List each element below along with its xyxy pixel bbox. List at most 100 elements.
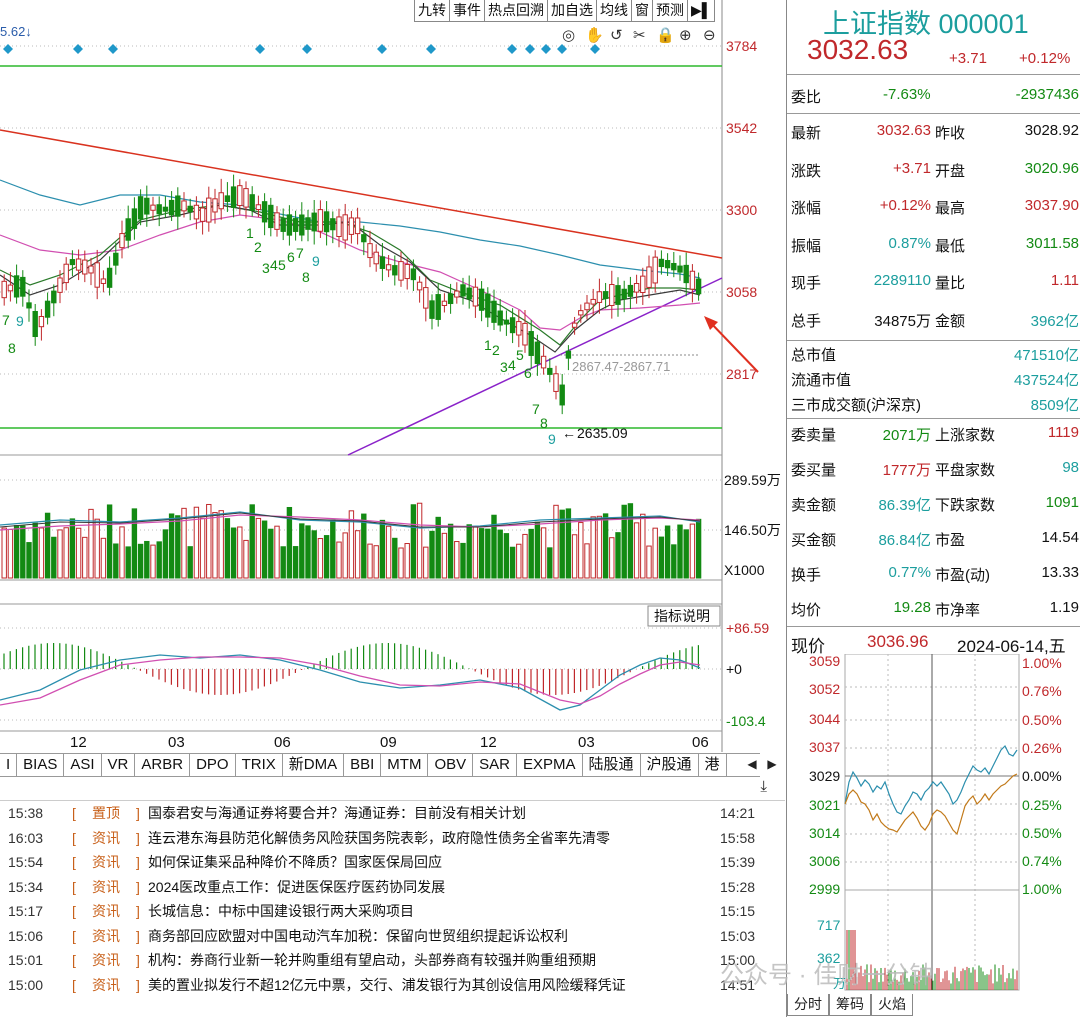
expand-arrow-icon[interactable]: ▶▌ bbox=[688, 0, 715, 22]
tab-mtm[interactable]: MTM bbox=[381, 754, 429, 776]
candle-body bbox=[578, 310, 584, 316]
volume-bar bbox=[609, 537, 615, 579]
candle-body bbox=[373, 251, 379, 265]
news-title[interactable]: 2024医改重点工作：促进医保医疗医药协同发展 bbox=[148, 875, 445, 900]
volume-bar bbox=[423, 546, 429, 579]
macd-axis-label: +86.59 bbox=[726, 620, 769, 636]
volume-bar bbox=[540, 527, 547, 579]
window-button[interactable]: 窗 bbox=[632, 0, 653, 22]
jiuzhuan-button[interactable]: 九转 bbox=[415, 0, 450, 22]
kline-chart[interactable]: 3784 3542 3300 3058 2817 289.59万 146.50万… bbox=[0, 0, 785, 780]
volume-bar bbox=[125, 546, 131, 579]
tab-trix[interactable]: TRIX bbox=[236, 754, 283, 776]
tab-intraday[interactable]: 分时 bbox=[787, 994, 829, 1016]
candle-body bbox=[311, 212, 317, 232]
volume-bar bbox=[416, 502, 423, 579]
news-item[interactable]: 15:00 [资讯] 美的置业拟发行不超12亿元中票，交行、浦发银行为其创设信用风险… bbox=[0, 973, 785, 998]
tab-sar[interactable]: SAR bbox=[473, 754, 517, 776]
news-title[interactable]: 连云港东海县防范化解债务风险获国务院表彰，政府隐性债务全省率先清零 bbox=[148, 826, 610, 851]
volume-bar bbox=[230, 527, 237, 579]
news-time: 15:01 bbox=[8, 952, 44, 968]
order-label: 委卖量 bbox=[791, 427, 837, 444]
candle-body bbox=[621, 288, 627, 300]
news-title[interactable]: 机构：券商行业新一轮并购重组有望启动，头部券商有较强并购重组预期 bbox=[148, 948, 596, 973]
tab-hugutong[interactable]: 沪股通 bbox=[641, 754, 699, 776]
lock-icon[interactable]: 🔒 bbox=[656, 27, 675, 44]
news-time-secondary: 15:15 bbox=[720, 903, 756, 919]
news-title[interactable]: 商务部回应欧盟对中国电动汽车加税：保留向世贸组织提起诉讼权利 bbox=[148, 924, 568, 949]
news-title[interactable]: 国泰君安与海通证券将要合并？海通证券：目前没有相关计划 bbox=[148, 801, 526, 826]
volume-bar bbox=[392, 537, 398, 579]
nine-count-label: 1 bbox=[246, 225, 254, 241]
tab-bbi[interactable]: BBI bbox=[344, 754, 382, 776]
scroll-right-icon[interactable]: ▶ bbox=[762, 754, 782, 774]
candle-body bbox=[404, 263, 410, 280]
candle-body bbox=[367, 243, 373, 259]
volume-bar bbox=[627, 503, 634, 579]
volume-bar bbox=[528, 528, 534, 579]
tab-bias[interactable]: BIAS bbox=[17, 754, 65, 776]
order-label: 上涨家数 bbox=[935, 427, 996, 444]
hotspot-review-button[interactable]: 热点回溯 bbox=[485, 0, 548, 22]
order-row: 委买量 1777万 平盘家数 98 bbox=[787, 459, 1080, 483]
bracket-open: [ bbox=[72, 805, 76, 821]
tab-obv[interactable]: OBV bbox=[428, 754, 474, 776]
undo-icon[interactable]: ↺ bbox=[610, 27, 623, 44]
tab-arbr[interactable]: ARBR bbox=[135, 754, 191, 776]
indicator-help-button[interactable]: 指标说明 bbox=[654, 608, 710, 624]
add-watchlist-button[interactable]: 加自选 bbox=[548, 0, 597, 22]
scissors-icon[interactable]: ✂ bbox=[633, 27, 646, 44]
news-list: ⤓ 15:38 [置顶] 国泰君安与海通证券将要合并？海通证券：目前没有相关计划 14… bbox=[0, 778, 785, 1017]
candle-body bbox=[75, 258, 82, 271]
tab-dpo[interactable]: DPO bbox=[190, 754, 236, 776]
news-item[interactable]: 16:03 [资讯] 连云港东海县防范化解债务风险获国务院表彰，政府隐性债务全省率先… bbox=[0, 826, 785, 851]
zoom-in-icon[interactable]: ⊕ bbox=[679, 27, 692, 44]
tab-asi[interactable]: ASI bbox=[64, 754, 102, 776]
nine-count-label: 7 bbox=[296, 245, 304, 261]
candle-body bbox=[671, 262, 677, 271]
eye-icon[interactable]: ◎ bbox=[562, 27, 575, 44]
candle-body bbox=[664, 260, 671, 269]
news-item[interactable]: 15:06 [资讯] 商务部回应欧盟对中国电动汽车加税：保留向世贸组织提起诉讼权利 1… bbox=[0, 924, 785, 949]
volume-bar bbox=[137, 543, 144, 579]
news-title[interactable]: 如何保证集采品种降价不降质？国家医保局回应 bbox=[148, 850, 442, 875]
volume-bar bbox=[255, 517, 262, 579]
candle-body bbox=[410, 268, 417, 281]
hand-icon[interactable]: ✋ bbox=[585, 26, 604, 44]
candle-body bbox=[323, 211, 330, 233]
download-icon[interactable]: ⤓ bbox=[760, 778, 767, 795]
tab-ganggutong[interactable]: 港 bbox=[699, 754, 727, 776]
candle-body bbox=[131, 208, 138, 229]
volume-bar bbox=[292, 546, 299, 579]
scroll-left-icon[interactable]: ◀ bbox=[742, 754, 762, 774]
news-item[interactable]: 15:01 [资讯] 机构：券商行业新一轮并购重组有望启动，头部券商有较强并购重组预… bbox=[0, 948, 785, 973]
volume-bar bbox=[144, 540, 150, 579]
market-label: 总市值 bbox=[791, 347, 837, 364]
tab-vr[interactable]: VR bbox=[102, 754, 136, 776]
events-button[interactable]: 事件 bbox=[450, 0, 485, 22]
tab-indicator[interactable]: I bbox=[0, 754, 18, 776]
forecast-button[interactable]: 预测 bbox=[653, 0, 688, 22]
tab-chips[interactable]: 筹码 bbox=[829, 994, 871, 1016]
news-item[interactable]: 15:54 [资讯] 如何保证集采品种降价不降质？国家医保局回应 15:39 bbox=[0, 850, 785, 875]
tab-lugutong[interactable]: 陆股通 bbox=[583, 754, 641, 776]
news-title[interactable]: 长城信息：中标中国建设银行两大采购项目 bbox=[148, 899, 414, 924]
tab-flame[interactable]: 火焰 bbox=[871, 994, 913, 1016]
volume-bar bbox=[571, 534, 578, 579]
candle-body bbox=[63, 263, 69, 284]
news-item[interactable]: 15:17 [资讯] 长城信息：中标中国建设银行两大采购项目 15:15 bbox=[0, 899, 785, 924]
intraday-chart[interactable]: 3059 3052 3044 3037 3029 3021 3014 3006 … bbox=[787, 654, 1080, 994]
volume-bar bbox=[106, 504, 113, 579]
moving-average-button[interactable]: 均线 bbox=[597, 0, 632, 22]
zoom-out-icon[interactable]: ⊖ bbox=[703, 27, 716, 44]
volume-bar bbox=[323, 535, 330, 579]
volume-bar bbox=[317, 538, 324, 579]
news-item[interactable]: 15:38 [置顶] 国泰君安与海通证券将要合并？海通证券：目前没有相关计划 14:2… bbox=[0, 801, 785, 826]
tab-expma[interactable]: EXPMA bbox=[517, 754, 583, 776]
intraday-right-axis: 0.76% bbox=[1022, 683, 1062, 699]
tab-newdma[interactable]: 新DMA bbox=[283, 754, 345, 776]
volume-bar bbox=[7, 529, 14, 579]
news-item[interactable]: 15:34 [资讯] 2024医改重点工作：促进医保医疗医药协同发展 15:28 bbox=[0, 875, 785, 900]
quote-value: 3037.90 bbox=[1024, 197, 1079, 215]
news-title[interactable]: 美的置业拟发行不超12亿元中票，交行、浦发银行为其创设信用风险缓释凭证 bbox=[148, 973, 626, 998]
